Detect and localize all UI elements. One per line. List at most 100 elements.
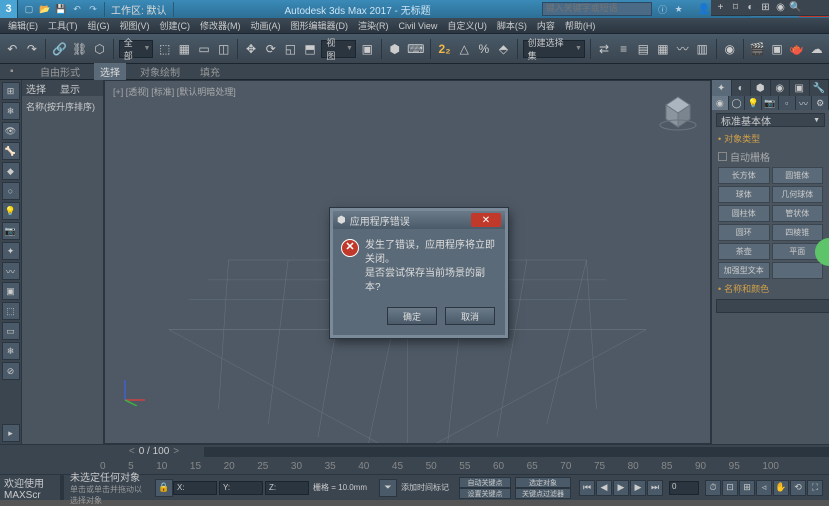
tab-freeform[interactable]: 自由形式 xyxy=(34,63,86,80)
render-button[interactable]: 🫖 xyxy=(788,39,805,59)
undo-button[interactable]: ↶ xyxy=(4,39,21,59)
x-coord[interactable]: X: xyxy=(173,481,217,495)
ribbon-toggle[interactable]: ▪ xyxy=(4,65,26,78)
section-namecolor[interactable]: 名称和颜色 xyxy=(712,280,829,297)
save-icon[interactable]: 💾 xyxy=(54,2,68,16)
prim-teapot[interactable]: 茶壶 xyxy=(718,243,770,260)
workspace-selector[interactable]: 工作区: 默认 xyxy=(104,2,174,17)
align-button[interactable]: ≡ xyxy=(615,39,632,59)
category-dropdown[interactable]: 标准基本体▼ xyxy=(716,113,825,127)
menu-grapheditor[interactable]: 图形编辑器(D) xyxy=(287,19,353,32)
spacewarp-icon[interactable]: 〰 xyxy=(2,262,20,280)
time-slider-handle[interactable]: <0 / 100> xyxy=(104,446,204,457)
geometry-subtab[interactable]: ◉ xyxy=(712,96,729,110)
pivot-button[interactable]: ▣ xyxy=(359,39,376,59)
view-cube[interactable] xyxy=(656,87,700,131)
dialog-titlebar[interactable]: ⬢ 应用程序错误 ✕ xyxy=(333,211,505,229)
current-frame-input[interactable]: 0 xyxy=(669,481,699,495)
orbit-button[interactable]: ⟲ xyxy=(790,480,806,496)
viewport-label[interactable]: [+] [透视] [标准] [默认明暗处理] xyxy=(113,85,236,98)
search-input[interactable] xyxy=(543,3,651,13)
container-icon[interactable]: ▭ xyxy=(2,322,20,340)
goto-end-button[interactable]: ⏭ xyxy=(647,480,663,496)
info-icon[interactable]: ⓘ xyxy=(656,2,670,16)
link-button[interactable]: 🔗 xyxy=(51,39,68,59)
menu-civil[interactable]: Civil View xyxy=(395,21,442,31)
edge-icon[interactable]: ⊞ xyxy=(759,1,772,14)
prim-textplus[interactable]: 加强型文本 xyxy=(718,262,770,279)
place-tool[interactable]: ⬒ xyxy=(302,39,319,59)
menu-group[interactable]: 组(G) xyxy=(84,19,114,32)
prim-cylinder[interactable]: 圆柱体 xyxy=(718,205,770,222)
xref-icon[interactable]: ⬚ xyxy=(2,302,20,320)
y-coord[interactable]: Y: xyxy=(219,481,263,495)
unlink-button[interactable]: ⛓ xyxy=(71,39,88,59)
schematic-button[interactable]: ▥ xyxy=(694,39,711,59)
redo-icon[interactable]: ↷ xyxy=(86,2,100,16)
angle-snap-button[interactable]: △ xyxy=(456,39,473,59)
bind-button[interactable]: ⬡ xyxy=(91,39,108,59)
prim-box[interactable]: 长方体 xyxy=(718,167,770,184)
named-selection-set[interactable]: 创建选择集 xyxy=(523,40,585,58)
menu-create[interactable]: 创建(C) xyxy=(156,19,195,32)
curve-editor-button[interactable]: 〰 xyxy=(674,39,691,59)
lock-button[interactable]: 🔒 xyxy=(155,479,173,497)
camera-icon[interactable]: 📷 xyxy=(2,222,20,240)
shade-icon[interactable]: ◐ xyxy=(744,1,757,14)
section-objecttype[interactable]: 对象类型 xyxy=(712,130,829,147)
freeze-icon[interactable]: ❄ xyxy=(2,102,20,120)
layer-button[interactable]: ▤ xyxy=(635,39,652,59)
tab-objectpaint[interactable]: 对象绘制 xyxy=(134,63,186,80)
prim-tube[interactable]: 管状体 xyxy=(772,205,824,222)
brackets-icon[interactable]: ⌑ xyxy=(729,1,742,14)
light-vp-icon[interactable]: ◉ xyxy=(774,1,787,14)
ref-coord[interactable]: 视图 xyxy=(321,40,356,58)
add-time-tag[interactable]: 添加时间标记 xyxy=(397,482,457,493)
systems-subtab[interactable]: ⚙ xyxy=(812,96,829,110)
shape-icon[interactable]: ○ xyxy=(2,182,20,200)
material-editor-button[interactable]: ◉ xyxy=(721,39,738,59)
add-icon[interactable]: + xyxy=(714,1,727,14)
a360-button[interactable]: ☁ xyxy=(808,39,825,59)
menu-tools[interactable]: 工具(T) xyxy=(44,19,82,32)
keyfilter-button[interactable]: 关键点过滤器 xyxy=(515,488,571,499)
next-frame-button[interactable]: ▶ xyxy=(630,480,646,496)
tab-select[interactable]: 选择 xyxy=(26,81,46,96)
move-button[interactable]: ✥ xyxy=(243,39,260,59)
object-name-input[interactable] xyxy=(716,299,829,313)
select-name-button[interactable]: ▦ xyxy=(176,39,193,59)
snap-button[interactable]: 2₂ xyxy=(436,39,453,59)
expand-icon[interactable]: ▸ xyxy=(2,424,20,442)
hide-icon[interactable]: 👁 xyxy=(2,122,20,140)
menu-content[interactable]: 内容 xyxy=(533,19,559,32)
menu-view[interactable]: 视图(V) xyxy=(116,19,154,32)
app-logo[interactable]: 3 xyxy=(0,0,18,18)
geometry-icon[interactable]: ◆ xyxy=(2,162,20,180)
spinner-snap-button[interactable]: ⬘ xyxy=(495,39,512,59)
group-icon[interactable]: ▣ xyxy=(2,282,20,300)
manipulate-button[interactable]: ⬢ xyxy=(386,39,403,59)
motion-tab[interactable]: ◉ xyxy=(771,80,791,96)
menu-custom[interactable]: 自定义(U) xyxy=(443,19,491,32)
shapes-subtab[interactable]: ◯ xyxy=(729,96,746,110)
autogrid-checkbox[interactable]: 自动栅格 xyxy=(712,147,829,166)
search-box[interactable] xyxy=(542,2,652,16)
window-crossing-button[interactable]: ◫ xyxy=(215,39,232,59)
utilities-tab[interactable]: 🔧 xyxy=(810,80,829,96)
helper-icon[interactable]: ✦ xyxy=(2,242,20,260)
tab-populate[interactable]: 填充 xyxy=(194,63,226,80)
setkey-button[interactable]: 设置关键点 xyxy=(459,488,511,499)
lights-subtab[interactable]: 💡 xyxy=(745,96,762,110)
time-tag-button[interactable]: ⏷ xyxy=(379,479,397,497)
selset-dropdown[interactable]: 选定对象 xyxy=(515,477,571,488)
autokey-button[interactable]: 自动关键点 xyxy=(459,477,511,488)
select-rect-button[interactable]: ▭ xyxy=(196,39,213,59)
scene-header[interactable]: 名称(按升序排序) xyxy=(22,96,103,117)
prim-sphere[interactable]: 球体 xyxy=(718,186,770,203)
maximize-vp-button[interactable]: ⛶ xyxy=(807,480,823,496)
prim-torus[interactable]: 圆环 xyxy=(718,224,770,241)
pan-button[interactable]: ✋ xyxy=(773,480,789,496)
create-tab[interactable]: ✦ xyxy=(712,80,732,96)
dialog-close-button[interactable]: ✕ xyxy=(471,213,501,227)
scene-explorer-icon[interactable]: ⊞ xyxy=(2,82,20,100)
